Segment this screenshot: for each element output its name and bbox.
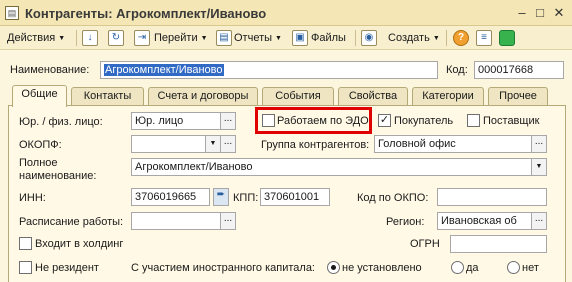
toolbar-separator — [446, 30, 447, 46]
foreign-capital-label: С участием иностранного капитала: — [131, 262, 315, 274]
buyer-label: Покупатель — [394, 115, 454, 127]
foreign-option-not-set: не установлено — [342, 262, 422, 274]
supplier-checkbox[interactable] — [467, 114, 480, 127]
name-input[interactable]: Агрокомплект/Иваново — [100, 61, 438, 79]
actions-menu[interactable]: Действия ▼ — [7, 30, 65, 46]
reports-icon[interactable]: ▤ — [216, 30, 232, 46]
fullname-label-line2: наименование: — [19, 170, 97, 182]
goto-menu[interactable]: Перейти ▼ — [154, 30, 208, 46]
okopf-label: ОКОПФ: — [19, 139, 62, 151]
refresh-icon[interactable]: ↻ — [108, 30, 124, 46]
goto-icon[interactable]: ⇥ — [134, 30, 150, 46]
inn-input[interactable]: 3706019665 — [131, 188, 210, 206]
tab-properties[interactable]: Свойства — [338, 87, 408, 106]
foreign-radio-not-set[interactable] — [327, 261, 340, 274]
help-icon[interactable]: ? — [453, 30, 469, 46]
foreign-option-no: нет — [522, 262, 539, 274]
holding-label: Входит в холдинг — [35, 238, 124, 250]
list-icon[interactable]: ≡ — [476, 30, 492, 46]
create-menu[interactable]: Создать ▼ — [388, 30, 440, 46]
legal-entity-label: Юр. / физ. лицо: — [19, 116, 103, 128]
nonresident-label: Не резидент — [35, 262, 99, 274]
schedule-input[interactable] — [131, 212, 221, 230]
fullname-dropdown-icon[interactable]: ▼ — [531, 158, 547, 176]
highlight-frame — [255, 107, 372, 134]
inn-check-icon[interactable]: ➨ — [213, 188, 229, 206]
green-status-icon[interactable] — [499, 30, 515, 46]
tab-events[interactable]: События — [262, 87, 334, 106]
okopf-dropdown-icon[interactable]: ▼ — [205, 135, 221, 153]
schedule-select-button[interactable]: ... — [220, 212, 236, 230]
foreign-radio-yes[interactable] — [451, 261, 464, 274]
ogrn-input[interactable] — [450, 235, 547, 253]
document-icon: ▤ — [5, 6, 19, 20]
foreign-option-yes: да — [466, 262, 479, 274]
okopf-select-button[interactable]: ... — [220, 135, 236, 153]
files-button[interactable]: Файлы — [311, 30, 346, 46]
tab-general[interactable]: Общие — [12, 85, 67, 107]
okpo-input[interactable] — [437, 188, 547, 206]
tab-other[interactable]: Прочее — [488, 87, 548, 106]
files-icon[interactable]: ▣ — [292, 30, 308, 46]
legal-entity-select-button[interactable]: ... — [220, 112, 236, 130]
kpp-label: КПП: — [233, 192, 259, 204]
foreign-radio-no[interactable] — [507, 261, 520, 274]
inn-label: ИНН: — [19, 192, 46, 204]
group-input[interactable]: Головной офис — [374, 135, 547, 153]
name-label: Наименование: — [10, 64, 90, 76]
group-label: Группа контрагентов: — [261, 139, 370, 151]
window-title: Контрагенты: Агрокомплект/Иваново — [25, 6, 267, 21]
nonresident-checkbox[interactable] — [19, 261, 32, 274]
toolbar-separator — [355, 30, 356, 46]
kpp-input[interactable]: 370601001 — [260, 188, 330, 206]
code-label: Код: — [446, 64, 468, 76]
title-bar: ▤ Контрагенты: Агрокомплект/Иваново – □ … — [0, 0, 572, 26]
minimize-button[interactable]: – — [514, 5, 530, 21]
schedule-label: Расписание работы: — [19, 216, 124, 228]
maximize-button[interactable]: □ — [532, 5, 548, 21]
camera-icon[interactable]: ◉ — [361, 30, 377, 46]
tab-contacts[interactable]: Контакты — [71, 87, 144, 106]
close-button[interactable]: ✕ — [551, 5, 567, 21]
tab-categories[interactable]: Категории — [412, 87, 484, 106]
post-close-icon[interactable]: ↓ — [82, 30, 98, 46]
code-input[interactable]: 000017668 — [474, 61, 564, 79]
toolbar-separator — [76, 30, 77, 46]
holding-checkbox[interactable] — [19, 237, 32, 250]
buyer-checkbox[interactable]: ✓ — [378, 114, 391, 127]
region-select-button[interactable]: ... — [531, 212, 547, 230]
reports-menu[interactable]: Отчеты ▼ — [234, 30, 282, 46]
okpo-label: Код по ОКПО: — [357, 192, 429, 204]
supplier-label: Поставщик — [483, 115, 540, 127]
ogrn-label: ОГРН — [410, 238, 440, 250]
tab-accounts-contracts[interactable]: Счета и договоры — [148, 87, 258, 106]
toolbar: Действия ▼ ↓ ↻ ⇥ Перейти ▼ ▤ Отчеты ▼ ▣ Фай… — [0, 26, 572, 50]
legal-entity-input[interactable]: Юр. лицо — [131, 112, 221, 130]
region-label: Регион: — [386, 216, 425, 228]
group-select-button[interactable]: ... — [531, 135, 547, 153]
fullname-input[interactable]: Агрокомплект/Иваново — [131, 158, 547, 176]
fullname-label-line1: Полное — [19, 157, 58, 169]
